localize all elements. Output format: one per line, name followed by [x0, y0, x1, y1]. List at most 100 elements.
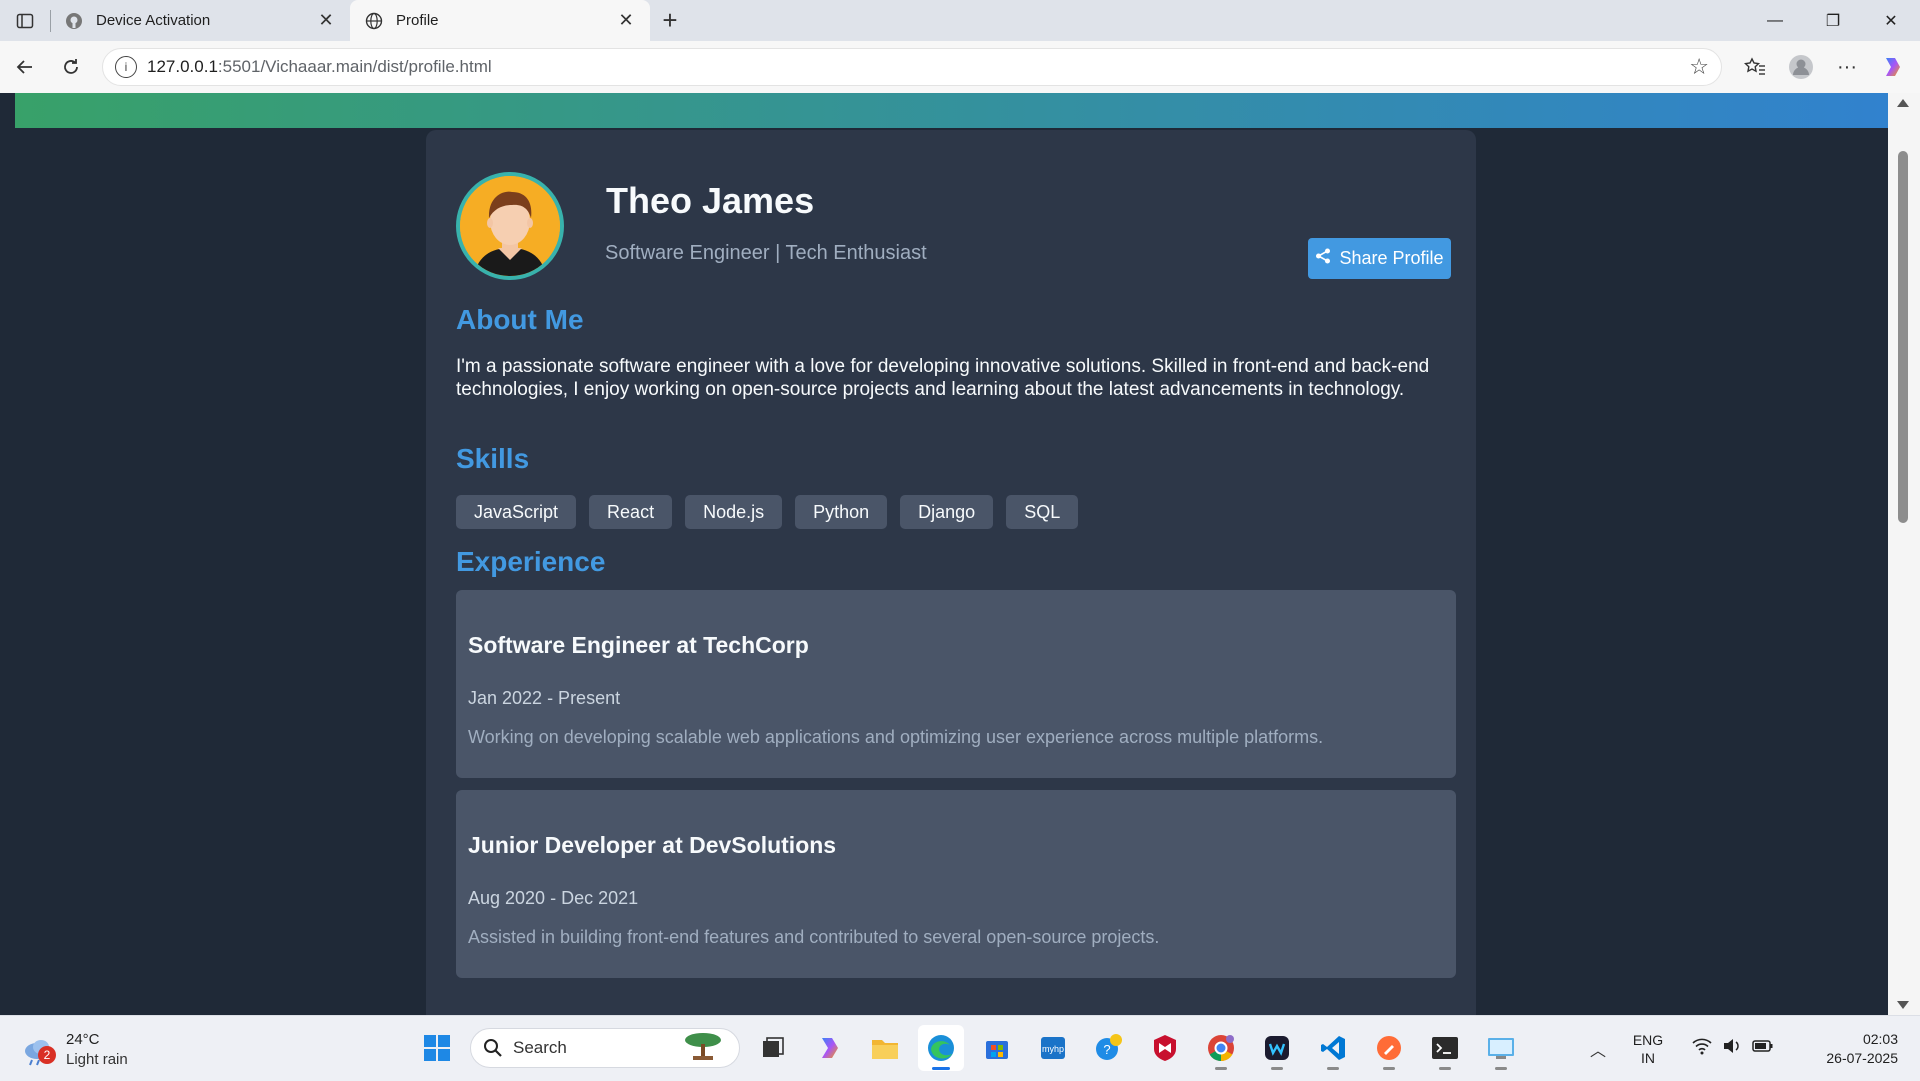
show-hidden-icons-icon[interactable]: ︿ [1578, 1037, 1618, 1061]
profile-avatar-icon[interactable] [1778, 54, 1824, 80]
taskbar-apps: Search myhp ? [414, 1025, 1524, 1071]
windows-start-icon[interactable] [414, 1025, 460, 1071]
skill-tag: Python [795, 495, 888, 529]
mcafee-icon[interactable] [1142, 1025, 1188, 1071]
get-help-icon[interactable]: ? [1086, 1025, 1132, 1071]
url-field[interactable]: i 127.0.0.1:5501/Vichaaar.main/dist/prof… [102, 48, 1722, 86]
profile-tagline: Software Engineer | Tech Enthusiast [605, 242, 927, 264]
experience-dates: Jan 2022 - Present [468, 688, 621, 708]
close-tab-icon[interactable]: ✕ [316, 10, 336, 31]
windows-taskbar: 2 24°C Light rain Search myhp ? ︿ ENG IN… [0, 1015, 1920, 1081]
about-section-title: About Me [456, 304, 584, 335]
tab-divider [50, 10, 51, 32]
profile-card: Theo James Software Engineer | Tech Enth… [426, 130, 1476, 1015]
edge-browser-icon[interactable] [918, 1025, 964, 1071]
avatar-illustration [460, 176, 560, 276]
file-explorer-icon[interactable] [862, 1025, 908, 1071]
battery-icon [1752, 1037, 1774, 1060]
globe-icon [364, 11, 384, 31]
more-options-icon[interactable]: ··· [1824, 56, 1870, 79]
weather-text: 24°C Light rain [66, 1030, 128, 1070]
minimize-icon[interactable]: — [1746, 0, 1804, 41]
page-scrollbar[interactable] [1888, 93, 1920, 1015]
scroll-up-icon[interactable] [1897, 99, 1909, 107]
address-toolbar: i 127.0.0.1:5501/Vichaaar.main/dist/prof… [0, 41, 1920, 93]
skill-tag: Node.js [685, 495, 783, 529]
back-icon[interactable] [2, 47, 48, 87]
favorite-star-icon[interactable]: ☆ [1689, 54, 1709, 80]
notification-badge: 2 [38, 1046, 56, 1064]
tab-title: Device Activation [96, 12, 211, 29]
experience-description: Assisted in building front-end features … [468, 927, 1160, 947]
skills-section-title: Skills [456, 443, 530, 474]
app-running-indicator [1215, 1067, 1227, 1070]
skill-tag: React [589, 495, 673, 529]
reload-icon[interactable] [48, 47, 94, 87]
microsoft-store-icon[interactable] [974, 1025, 1020, 1071]
header-banner [15, 93, 1888, 128]
app-running-indicator [1495, 1067, 1507, 1070]
restore-icon[interactable]: ❐ [1804, 0, 1862, 41]
new-tab-button[interactable]: + [650, 0, 690, 41]
profile-avatar [456, 172, 564, 280]
tab-actions-icon[interactable] [0, 0, 50, 41]
share-profile-button[interactable]: Share Profile [1308, 238, 1451, 279]
task-view-icon[interactable] [750, 1025, 796, 1071]
app-running-indicator [1383, 1067, 1395, 1070]
search-label: Search [513, 1038, 567, 1057]
quick-settings[interactable] [1678, 1037, 1788, 1060]
clock-time: 02:03 [1862, 1030, 1898, 1047]
skills-list: JavaScript React Node.js Python Django S… [456, 495, 1079, 529]
vscode-icon[interactable] [1310, 1025, 1356, 1071]
close-tab-icon[interactable]: ✕ [616, 10, 636, 31]
language-region: IN [1641, 1049, 1655, 1066]
about-text: I'm a passionate software engineer with … [456, 356, 1430, 400]
profile-name: Theo James [606, 180, 815, 221]
tab-profile[interactable]: Profile ✕ [350, 0, 650, 41]
bonsai-tree-icon [679, 1030, 727, 1067]
system-tray: ︿ ENG IN 02:03 26-07-2025 [1578, 1016, 1920, 1081]
terminal-icon[interactable] [1422, 1025, 1468, 1071]
github-icon [64, 11, 84, 31]
webex-icon[interactable] [1254, 1025, 1300, 1071]
favorites-icon[interactable] [1732, 56, 1778, 78]
app-running-indicator [1271, 1067, 1283, 1070]
scroll-down-icon[interactable] [1897, 1001, 1909, 1009]
experience-dates: Aug 2020 - Dec 2021 [468, 888, 639, 908]
myhp-icon[interactable]: myhp [1030, 1025, 1076, 1071]
skill-tag: SQL [1006, 495, 1079, 529]
search-icon [484, 1039, 502, 1057]
close-window-icon[interactable]: ✕ [1862, 0, 1920, 41]
weather-desc: Light rain [66, 1051, 128, 1068]
page-viewport: Theo James Software Engineer | Tech Enth… [5, 93, 1888, 1015]
weather-widget[interactable]: 2 24°C Light rain [22, 1030, 128, 1070]
app-running-indicator [1439, 1067, 1451, 1070]
system-clock[interactable]: 02:03 26-07-2025 [1788, 1030, 1920, 1068]
skill-tag: Django [900, 495, 994, 529]
skill-tag: JavaScript [456, 495, 577, 529]
site-info-icon[interactable]: i [115, 56, 137, 78]
copilot-app-icon[interactable] [806, 1025, 852, 1071]
share-profile-label: Share Profile [1339, 248, 1444, 268]
experience-item: Junior Developer at DevSolutions Aug 202… [456, 790, 1456, 978]
svg-text:myhp: myhp [1042, 1044, 1064, 1054]
share-icon [1315, 248, 1331, 269]
experience-role: Junior Developer at DevSolutions [468, 832, 837, 858]
language-indicator[interactable]: ENG IN [1618, 1031, 1678, 1067]
tab-device-activation[interactable]: Device Activation ✕ [50, 0, 350, 41]
url-path: :5501/Vichaaar.main/dist/profile.html [217, 57, 492, 76]
volume-icon [1722, 1037, 1742, 1060]
scrollbar-thumb[interactable] [1898, 151, 1908, 523]
taskbar-search-box[interactable]: Search [470, 1028, 740, 1068]
experience-role: Software Engineer at TechCorp [468, 632, 809, 658]
clock-date: 26-07-2025 [1826, 1049, 1898, 1066]
language-code: ENG [1632, 1031, 1664, 1048]
url-host: 127.0.0.1 [147, 57, 218, 76]
chrome-icon[interactable] [1198, 1025, 1244, 1071]
copilot-icon[interactable] [1870, 54, 1916, 80]
rain-cloud-icon: 2 [22, 1033, 56, 1067]
control-panel-icon[interactable] [1478, 1025, 1524, 1071]
postman-icon[interactable] [1366, 1025, 1412, 1071]
toolbar-actions: ··· [1732, 54, 1916, 80]
experience-description: Working on developing scalable web appli… [468, 727, 1324, 747]
